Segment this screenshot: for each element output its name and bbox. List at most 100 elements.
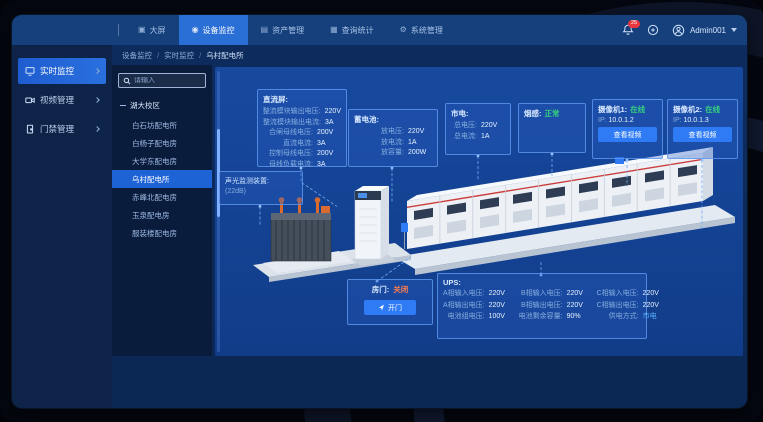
status-badge: 在线 [630, 104, 645, 115]
breadcrumb-item[interactable]: 设备监控 [122, 50, 152, 61]
tab-query-stats[interactable]: ▦ 查询统计 [317, 15, 387, 45]
fullscreen-icon[interactable] [647, 24, 659, 36]
tree-item[interactable]: 赤峰北配电房 [118, 188, 206, 206]
panel-title: 声光监测装置: [225, 176, 297, 186]
field-value: 220V [567, 301, 587, 312]
sidebar-item-label: 实时监控 [40, 65, 74, 77]
field-label: 放电流: [354, 138, 404, 149]
panel-title: 烟感: [524, 108, 542, 119]
asset-icon: ▤ [261, 26, 269, 34]
breadcrumb-separator: / [199, 51, 201, 60]
status-badge: 正常 [545, 108, 560, 119]
ip-value: 10.0.1.2 [609, 117, 634, 124]
field-label: A相输入电压: [443, 289, 485, 300]
video-camera-icon [25, 95, 35, 105]
username: Admin001 [690, 26, 726, 35]
collapse-minus-icon [120, 105, 126, 106]
panel-title: 蓄电池: [354, 114, 432, 125]
tab-label: 资产管理 [272, 25, 304, 36]
field-value: 1A [408, 138, 432, 149]
view-video-button[interactable]: 查看视频 [673, 127, 732, 142]
status-badge: 关闭 [393, 284, 408, 295]
ip-label: IP: [673, 117, 682, 124]
tab-system-management[interactable]: ⚙ 系统管理 [387, 15, 456, 45]
tab-dashboard[interactable]: ▣ 大屏 [125, 15, 179, 45]
field-label: B相输出电压: [519, 301, 563, 312]
field-value: 200V [317, 149, 341, 160]
stats-icon: ▦ [330, 26, 338, 34]
tree-item[interactable]: 服装楼配电房 [118, 224, 206, 242]
sidebar-item-access-control[interactable]: 门禁管理 [18, 116, 106, 142]
tree-root-label: 湖大校区 [130, 100, 160, 111]
field-label: 整流模块输出电流: [263, 118, 321, 129]
chevron-right-icon [94, 68, 100, 74]
field-value: 220V [481, 121, 505, 132]
field-label: 母线负载电流: [263, 160, 313, 171]
avatar-icon [672, 24, 685, 37]
field-label: A相输出电压: [443, 301, 485, 312]
field-value: 200V [317, 128, 341, 139]
breadcrumb-item[interactable]: 实时监控 [164, 50, 194, 61]
panel-title: 摄像机2: [673, 104, 702, 115]
station-tree-panel: 湖大校区 白石坊配电所 白杨子配电房 大学东配电房 乌村配电所 赤峰北配电房 玉… [112, 65, 212, 356]
tree-item-selected[interactable]: 乌村配电所 [112, 170, 212, 188]
field-label: 放电压: [354, 127, 404, 138]
notifications-button[interactable]: 25 [622, 24, 634, 36]
nav-divider [118, 24, 119, 36]
battery-panel: 蓄电池: 放电压:220V 放电流:1A 放容量:200W [348, 109, 438, 167]
tab-device-monitor[interactable]: ◉ 设备监控 [179, 15, 248, 45]
tab-label: 大屏 [150, 25, 166, 36]
panel-title: 直流屏: [263, 94, 341, 105]
tab-asset-management[interactable]: ▤ 资产管理 [248, 15, 318, 45]
sidebar-item-label: 门禁管理 [40, 123, 74, 135]
field-value: 220V [643, 289, 663, 300]
tree-item[interactable]: 白杨子配电房 [118, 134, 206, 152]
tab-label: 设备监控 [203, 25, 235, 36]
tree-root-node[interactable]: 湖大校区 [120, 100, 204, 111]
sidebar-item-label: 视频管理 [40, 94, 74, 106]
camera1-panel: 摄像机1: 在线 IP: 10.0.1.2 查看视频 [592, 99, 663, 159]
field-value: (22dB) [225, 188, 297, 195]
field-label: 总电流: [451, 132, 477, 143]
breadcrumb-separator: / [157, 51, 159, 60]
field-label: 合闸母线电压: [263, 128, 313, 139]
field-value: 220V [567, 289, 587, 300]
field-label: 总电压: [451, 121, 477, 132]
field-value: 100V [489, 312, 509, 323]
search-input[interactable] [134, 77, 201, 84]
panel-title: 房门: [372, 284, 390, 295]
tree-item[interactable]: 白石坊配电所 [118, 116, 206, 134]
search-icon [123, 77, 131, 85]
view-video-button[interactable]: 查看视频 [598, 127, 657, 142]
field-value: 3A [325, 118, 341, 129]
sound-light-monitor-panel: 声光监测装置: (22dB) [219, 171, 303, 205]
open-door-button[interactable]: 开门 [364, 300, 416, 315]
field-value: 3A [317, 160, 341, 171]
screen-icon: ▣ [138, 26, 146, 34]
field-value: 3A [317, 139, 341, 150]
panel-title: UPS: [443, 278, 641, 287]
tree-item[interactable]: 玉泉配电房 [118, 206, 206, 224]
top-nav: ▣ 大屏 ◉ 设备监控 ▤ 资产管理 ▦ 查询统计 ⚙ 系统管理 [12, 15, 747, 45]
sidebar-item-realtime-monitor[interactable]: 实时监控 [18, 58, 106, 84]
dc-screen-panel: 直流屏: 整流模块输出电压:220V 整流模块输出电流:3A 合闸母线电压:20… [257, 89, 347, 167]
monitor-icon: ◉ [192, 26, 199, 34]
field-label: B相输入电压: [519, 289, 563, 300]
ip-value: 10.0.1.3 [684, 117, 709, 124]
status-badge: 在线 [705, 104, 720, 115]
open-door-icon [378, 304, 385, 311]
field-label: C相输出电压: [597, 301, 639, 312]
user-menu[interactable]: Admin001 [672, 24, 737, 37]
sidebar-item-video-management[interactable]: 视频管理 [18, 87, 106, 113]
panel-title: 市电: [451, 108, 505, 119]
chevron-right-icon [94, 97, 100, 103]
field-value: 200W [408, 148, 432, 159]
tree-search[interactable] [118, 73, 206, 88]
monitor-icon [25, 66, 35, 76]
field-label: 电池组电压: [443, 312, 485, 323]
field-value: 市电 [643, 312, 663, 323]
chevron-right-icon [94, 126, 100, 132]
notification-badge: 25 [628, 20, 640, 28]
field-value: 1A [481, 132, 505, 143]
tree-item[interactable]: 大学东配电房 [118, 152, 206, 170]
